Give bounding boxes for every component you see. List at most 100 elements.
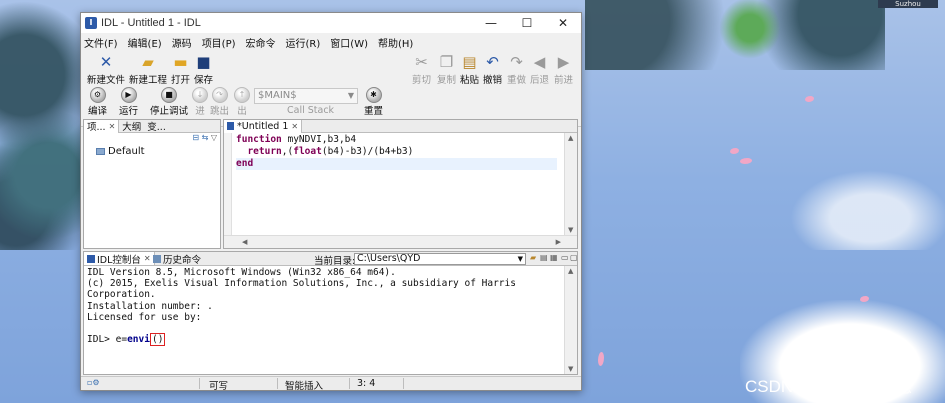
editor-tabs: *Untitled 1 ✕ [224,119,577,133]
console-vertical-scrollbar[interactable]: ▲ ▼ [564,266,577,374]
step-into-label: 进 [195,106,205,117]
title-bar[interactable]: I IDL - Untitled 1 - IDL — ☐ ✕ [81,13,581,33]
browse-folder-icon[interactable]: ▰ [530,253,536,262]
editor-vertical-scrollbar[interactable]: ▲ ▼ [564,133,577,235]
clear-console-icon[interactable]: ▦ [550,253,558,262]
scroll-right-icon[interactable]: ▶ [556,238,561,246]
forward-button[interactable]: ▶ 前进 [554,53,573,86]
redo-label: 重做 [507,75,527,86]
run-button[interactable]: ▶ 运行 [119,87,138,117]
call-stack-select[interactable]: $MAIN$ ▼ [254,88,358,104]
run-label: 运行 [119,106,139,117]
minimize-panel-icon[interactable]: ▭ [561,253,569,262]
undo-icon: ↶ [486,53,499,71]
chevron-down-icon: ▼ [517,255,523,263]
panel-actions: ⊟ ⇆ ▽ [84,133,220,143]
step-into-icon: ↓ [192,87,208,103]
code-line: return,(float(b4)-b3)/(b4+b3) [236,146,557,158]
scroll-up-icon[interactable]: ▲ [568,134,573,142]
open-button[interactable]: ▬ 打开 [171,53,190,86]
window-title: IDL - Untitled 1 - IDL [101,17,201,29]
cut-button[interactable]: ✂ 剪切 [412,53,431,86]
tab-history[interactable]: 历史命令 [150,252,204,266]
stop-debug-button[interactable]: ■ 停止调试 [150,87,188,117]
tab-project-label: 项... [87,122,106,133]
menu-help[interactable]: 帮助(H) [378,35,413,50]
console-tabs: IDL控制台 ✕ 历史命令 当前目录: C:\Users\QYD ▼ ▰ ▤ ▦… [84,252,578,267]
undo-button[interactable]: ↶ 撤销 [483,53,502,86]
desktop-foliage-left [0,0,80,250]
arrow-right-icon: ▶ [557,53,570,71]
scroll-left-icon[interactable]: ◀ [242,238,247,246]
tree-item-default[interactable]: Default [108,146,145,157]
tab-history-label: 历史命令 [163,254,202,266]
back-label: 后退 [530,75,550,86]
new-file-button[interactable]: ✕ 新建文件 [87,53,125,86]
step-over-button[interactable]: ↷ 跳出 [210,87,229,117]
menu-run[interactable]: 运行(R) [286,35,321,50]
menu-window[interactable]: 窗口(W) [330,35,368,50]
tab-outline[interactable]: 大纲 [119,120,144,133]
step-into-button[interactable]: ↓ 进 [192,87,208,117]
forward-label: 前进 [554,75,574,86]
scissors-icon: ✂ [415,53,428,71]
close-icon[interactable]: ✕ [291,122,298,131]
reset-button[interactable]: ✱ 重置 [364,87,383,117]
collapse-icon[interactable]: ⊟ [192,133,199,142]
console-output[interactable]: IDL Version 8.5, Microsoft Windows (Win3… [84,266,564,374]
tab-untitled-1[interactable]: *Untitled 1 ✕ [224,119,303,133]
save-log-icon[interactable]: ▤ [540,253,548,262]
save-button[interactable]: ■ 保存 [194,53,213,86]
minimize-button[interactable]: — [473,13,509,33]
close-icon[interactable]: ✕ [109,122,116,131]
view-menu-icon[interactable]: ▽ [211,133,217,142]
maximize-button[interactable]: ☐ [509,13,545,33]
console-prompt: IDL> [87,334,116,346]
copy-button[interactable]: ❐ 复制 [437,53,456,86]
scroll-up-icon[interactable]: ▲ [568,267,573,275]
link-icon[interactable]: ⇆ [202,133,209,142]
menu-project[interactable]: 项目(P) [202,35,236,50]
step-out-icon: ↑ [234,87,250,103]
maximize-panel-icon[interactable]: ▢ [570,253,578,262]
menu-source[interactable]: 源码 [172,35,192,50]
menu-macros[interactable]: 宏命令 [246,35,276,50]
tab-outline-label: 大纲 [122,122,142,133]
menu-file[interactable]: 文件(F) [84,35,118,50]
new-project-button[interactable]: ▰ 新建工程 [129,53,167,86]
compile-button[interactable]: ⚙ 编译 [88,87,107,117]
code-editor[interactable]: function myNDVI,b3,b4 return,(float(b4)-… [224,133,577,248]
watermark: CSDN @Super毛毛穗 [745,377,912,396]
copy-label: 复制 [437,75,457,86]
console-line: Licensed for use by: [87,311,202,323]
step-over-icon: ↷ [211,87,228,103]
console-input-line[interactable]: IDL> e=envi() [87,333,564,347]
call-stack-label: Call Stack [287,105,335,116]
editor-horizontal-scrollbar[interactable]: ◀ ▶ [224,235,577,248]
status-writable: 可写 [209,381,229,392]
paste-button[interactable]: ▤ 粘贴 [460,53,479,86]
scroll-down-icon[interactable]: ▼ [568,365,573,373]
scroll-down-icon[interactable]: ▼ [568,226,573,234]
save-icon: ■ [196,53,211,71]
menu-bar: 文件(F) 编辑(E) 源码 项目(P) 宏命令 运行(R) 窗口(W) 帮助(… [81,33,581,51]
status-divider [403,378,404,389]
console-line: Installation number: . [87,300,213,312]
code-area[interactable]: function myNDVI,b3,b4 return,(float(b4)-… [236,134,557,170]
tab-project[interactable]: 项... ✕ [84,119,120,133]
chevron-down-icon: ▼ [347,91,354,100]
code-line: function myNDVI,b3,b4 [236,134,557,146]
console-icon [87,254,95,263]
step-out-button[interactable]: ↑ 出 [234,87,250,117]
project-panel: 项... ✕ 大纲 变... ⊟ ⇆ ▽ Default [83,119,221,249]
close-button[interactable]: ✕ [545,13,581,33]
menu-edit[interactable]: 编辑(E) [128,35,162,50]
tab-console[interactable]: IDL控制台 ✕ [84,252,155,266]
keyword: end [236,158,254,169]
history-icon [153,254,161,263]
tab-variables[interactable]: 变... [144,120,169,133]
current-dir-select[interactable]: C:\Users\QYD ▼ [354,253,526,265]
editor-panel: *Untitled 1 ✕ function myNDVI,b3,b4 retu… [223,119,578,249]
back-button[interactable]: ◀ 后退 [530,53,549,86]
redo-button[interactable]: ↷ 重做 [507,53,526,86]
